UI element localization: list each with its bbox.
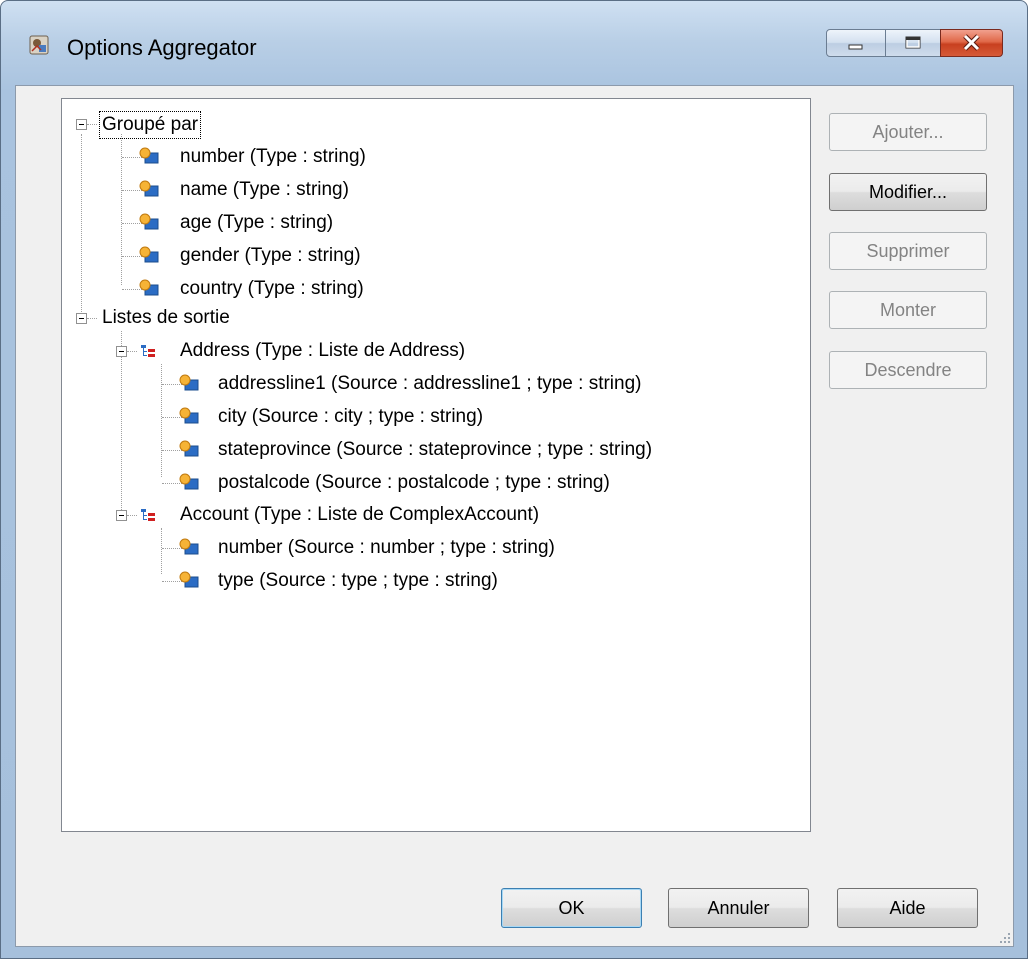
window-title: Options Aggregator [67,35,257,60]
tree-node-label: number (Type : string) [180,146,366,167]
tree-node-field[interactable]: name (Type : string) [62,177,802,203]
field-icon [179,571,199,588]
tree-node-list-account[interactable]: Account (Type : Liste de ComplexAccount) [62,502,802,528]
field-icon [179,407,199,424]
tree-node-field[interactable]: gender (Type : string) [62,243,802,269]
maximize-icon [905,36,921,49]
tree-node-label: addressline1 (Source : addressline1 ; ty… [218,373,642,394]
help-button[interactable]: Aide [837,888,978,928]
field-icon [139,147,159,164]
close-icon [963,34,980,51]
maximize-button[interactable] [885,29,941,57]
field-icon [179,538,199,555]
tree-node-label: country (Type : string) [180,278,364,299]
field-icon [139,279,159,296]
close-button[interactable] [940,29,1003,57]
tree-node-outputs[interactable]: Listes de sortie [62,305,802,331]
tree-node-label: Account (Type : Liste de ComplexAccount) [180,504,540,525]
tree-node-field[interactable]: number (Type : string) [62,144,802,170]
tree-guide-line [87,318,97,319]
tree-node-field[interactable]: number (Source : number ; type : string) [62,535,802,561]
tree-node-grouped[interactable]: Groupé par [62,111,802,139]
dialog-window: Options Aggregator Groupé par number (Ty… [0,0,1028,959]
list-icon [141,509,155,521]
collapse-toggle[interactable] [76,313,87,324]
tree-node-label: city (Source : city ; type : string) [218,406,484,427]
tree-node-field[interactable]: city (Source : city ; type : string) [62,404,802,430]
minimize-icon [848,44,863,50]
add-button[interactable]: Ajouter... [829,113,987,151]
tree-node-field[interactable]: type (Source : type ; type : string) [62,568,802,594]
app-icon [29,35,49,55]
field-icon [179,473,199,490]
collapse-toggle[interactable] [116,510,127,521]
tree-node-field[interactable]: addressline1 (Source : addressline1 ; ty… [62,371,802,397]
tree-node-label: name (Type : string) [180,179,349,200]
move-down-button[interactable]: Descendre [829,351,987,389]
title-bar[interactable]: Options Aggregator [1,1,1027,91]
field-icon [139,180,159,197]
delete-button[interactable]: Supprimer [829,232,987,270]
tree-node-label: gender (Type : string) [180,245,361,266]
tree-guide-line [127,351,137,352]
cancel-button[interactable]: Annuler [668,888,809,928]
tree-guide-line [87,124,97,125]
field-icon [139,246,159,263]
tree-node-field[interactable]: country (Type : string) [62,276,802,302]
tree-node-label: Address (Type : Liste de Address) [180,340,466,361]
field-icon [179,374,199,391]
tree-node-label: number (Source : number ; type : string) [218,537,555,558]
tree-node-field[interactable]: postalcode (Source : postalcode ; type :… [62,470,802,496]
tree-node-field[interactable]: stateprovince (Source : stateprovince ; … [62,437,802,463]
field-icon [139,213,159,230]
move-up-button[interactable]: Monter [829,291,987,329]
collapse-toggle[interactable] [116,346,127,357]
aggregator-tree[interactable]: Groupé par number (Type : string) name (… [61,98,811,832]
tree-node-label: Groupé par [99,111,202,139]
list-icon [141,345,155,357]
collapse-toggle[interactable] [76,119,87,130]
tree-node-list-address[interactable]: Address (Type : Liste de Address) [62,338,802,364]
tree-node-label: age (Type : string) [180,212,334,233]
tree-guide-line [127,515,137,516]
tree-node-label: stateprovince (Source : stateprovince ; … [218,439,653,460]
tree-node-label: type (Source : type ; type : string) [218,570,498,591]
ok-button[interactable]: OK [501,888,642,928]
resize-grip-icon[interactable] [999,932,1011,944]
tree-node-label: postalcode (Source : postalcode ; type :… [218,472,610,493]
field-icon [179,440,199,457]
edit-button[interactable]: Modifier... [829,173,987,211]
minimize-button[interactable] [826,29,886,57]
tree-node-label: Listes de sortie [102,307,230,328]
tree-node-field[interactable]: age (Type : string) [62,210,802,236]
